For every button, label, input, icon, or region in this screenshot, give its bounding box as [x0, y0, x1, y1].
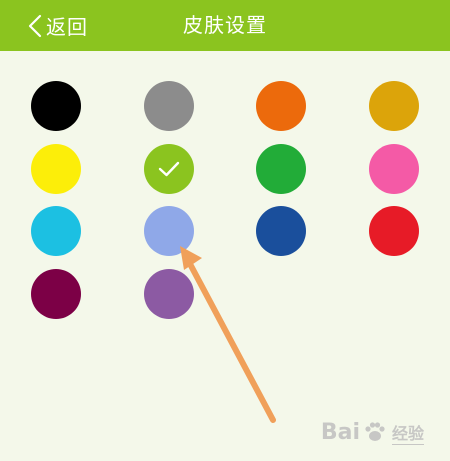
color-swatch[interactable]	[256, 206, 306, 256]
watermark-brand-b: 经验	[391, 420, 424, 445]
color-swatch[interactable]	[144, 81, 194, 131]
color-swatch[interactable]	[256, 81, 306, 131]
color-swatch[interactable]	[256, 144, 306, 194]
color-swatch[interactable]	[369, 81, 419, 131]
checkmark-icon	[158, 161, 180, 177]
color-swatch[interactable]	[369, 206, 419, 256]
annotation-arrow-shaft	[186, 259, 276, 423]
page-title: 皮肤设置	[183, 13, 267, 37]
top-bar: 返回 皮肤设置	[0, 0, 450, 51]
watermark: Bai 经验	[321, 419, 424, 445]
color-swatch[interactable]	[144, 269, 194, 319]
color-swatch[interactable]	[31, 206, 81, 256]
color-swatch[interactable]	[369, 144, 419, 194]
color-swatch[interactable]	[144, 206, 194, 256]
paw-icon	[365, 422, 385, 441]
color-swatch-selected[interactable]	[144, 144, 194, 194]
color-swatch[interactable]	[31, 81, 81, 131]
color-swatch[interactable]	[31, 269, 81, 319]
watermark-brand-a: Bai	[320, 419, 360, 445]
color-swatch[interactable]	[31, 144, 81, 194]
